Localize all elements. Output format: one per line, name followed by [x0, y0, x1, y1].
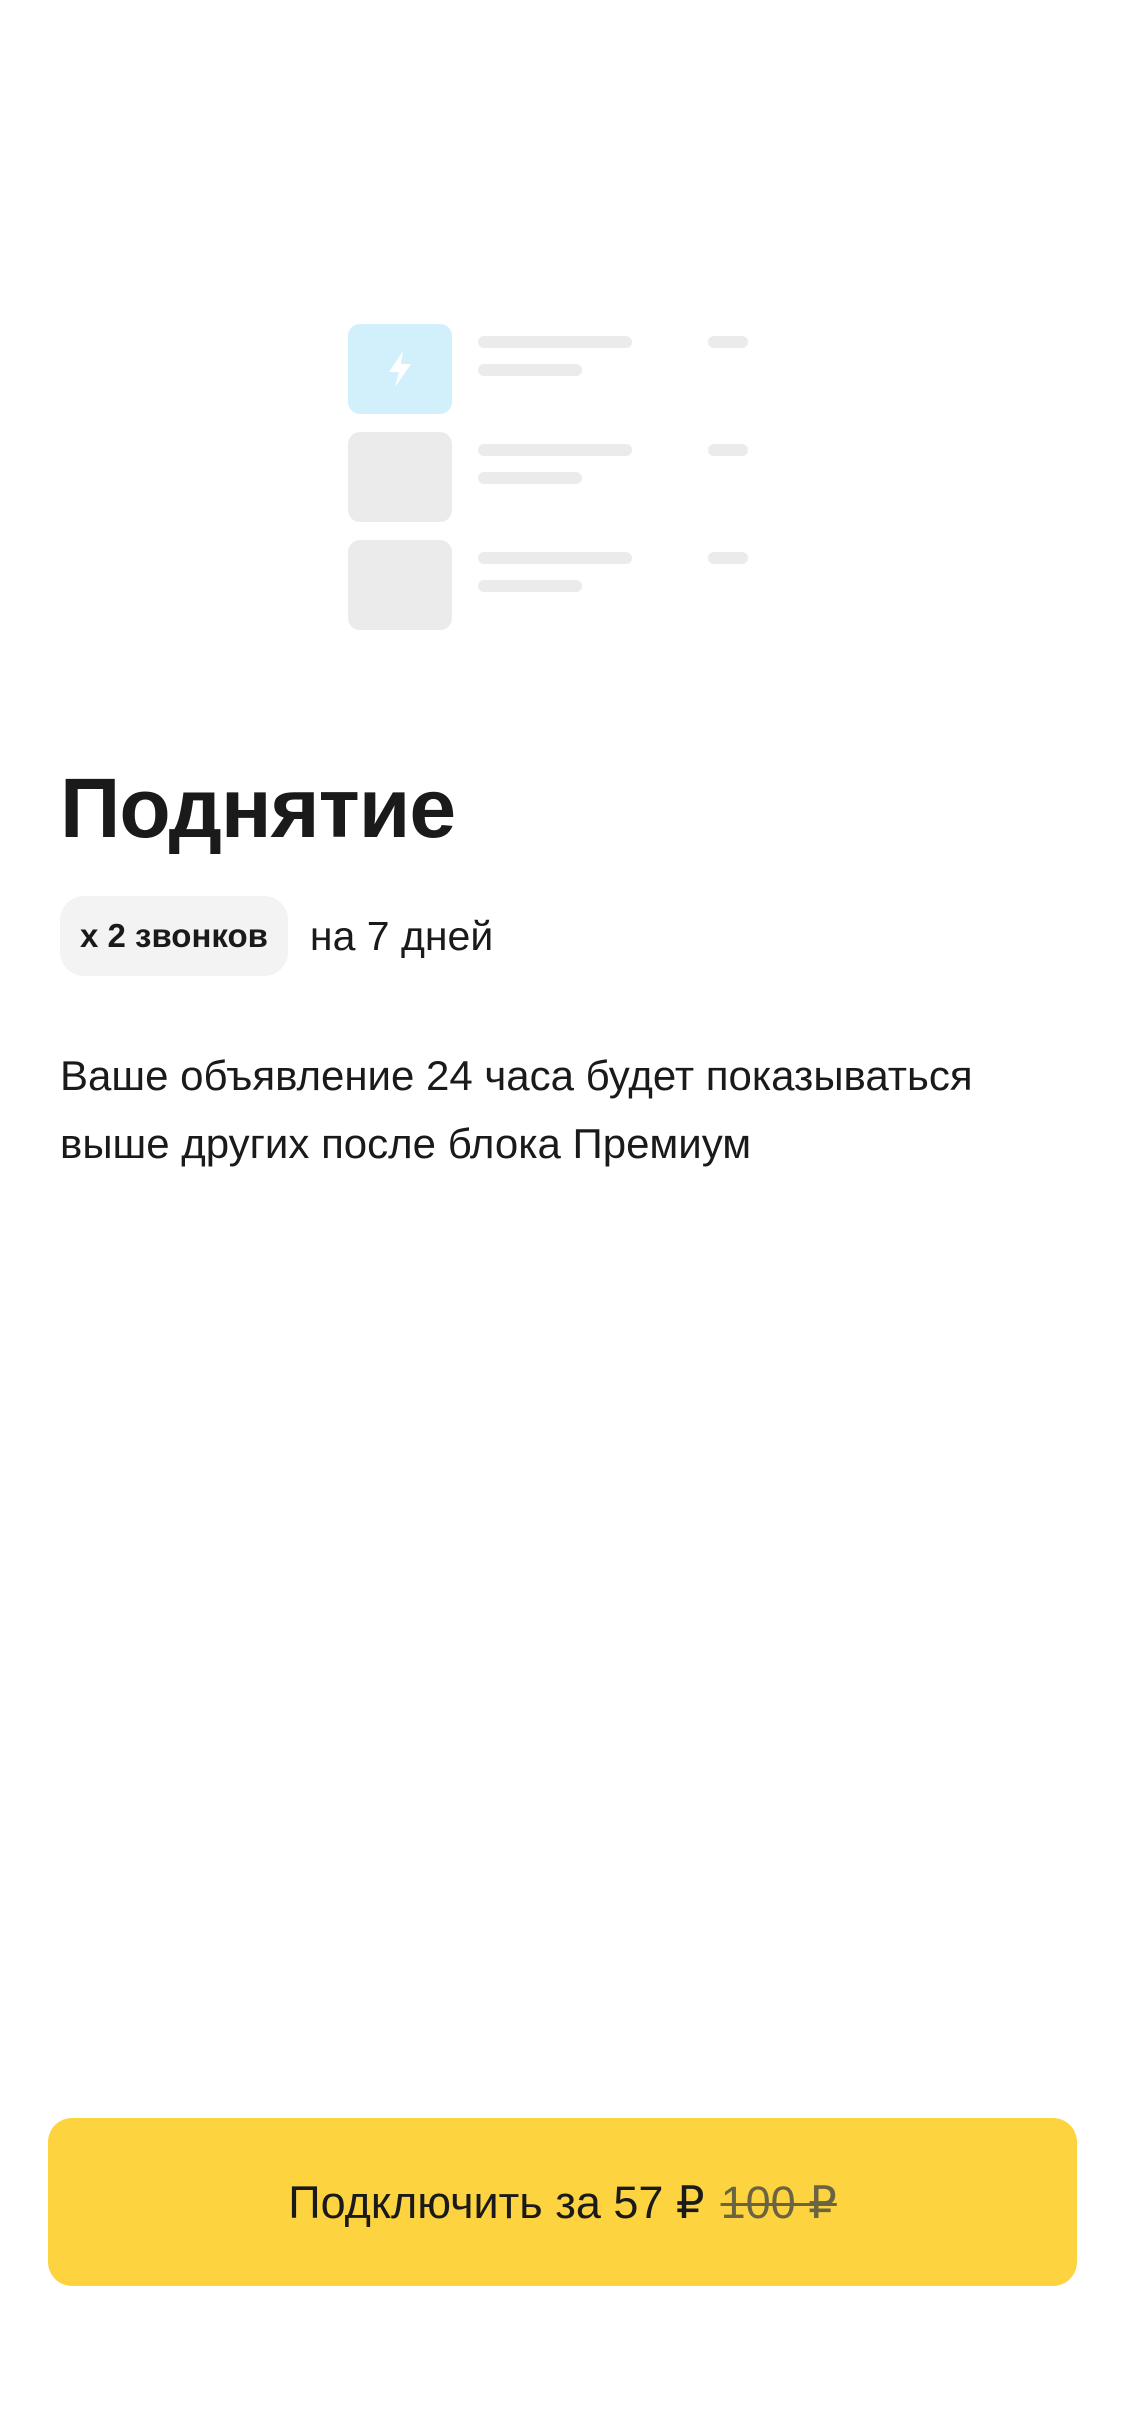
illustration-line — [478, 552, 632, 564]
illustration-thumb-highlighted — [348, 324, 452, 414]
connect-button-label: Подключить за 57 ₽ — [288, 2176, 705, 2228]
illustration-thumb — [348, 540, 452, 630]
old-price: 100 ₽ — [720, 2176, 837, 2228]
connect-button[interactable]: Подключить за 57 ₽ 100 ₽ — [48, 2118, 1077, 2286]
illustration-thumb — [348, 432, 452, 522]
duration-label: на 7 дней — [309, 912, 494, 959]
illustration-row — [348, 432, 748, 522]
illustration-line — [478, 580, 582, 592]
illustration-line — [478, 336, 632, 348]
illustration-row-highlighted — [348, 324, 748, 414]
illustration-line — [478, 472, 582, 484]
calls-multiplier-badge: x 2 звонков — [60, 896, 288, 976]
illustration-row — [348, 540, 748, 630]
page-title: Поднятие — [60, 761, 456, 855]
service-description: Ваше объявление 24 часа будет показывать… — [60, 1052, 973, 1167]
illustration-price-line — [708, 444, 748, 456]
service-meta: x 2 звонков на 7 дней — [60, 896, 493, 976]
illustration-price-line — [708, 336, 748, 348]
illustration-price-line — [708, 552, 748, 564]
lightning-icon — [389, 351, 411, 387]
illustration-line — [478, 444, 632, 456]
promo-illustration — [348, 324, 748, 630]
illustration-line — [478, 364, 582, 376]
